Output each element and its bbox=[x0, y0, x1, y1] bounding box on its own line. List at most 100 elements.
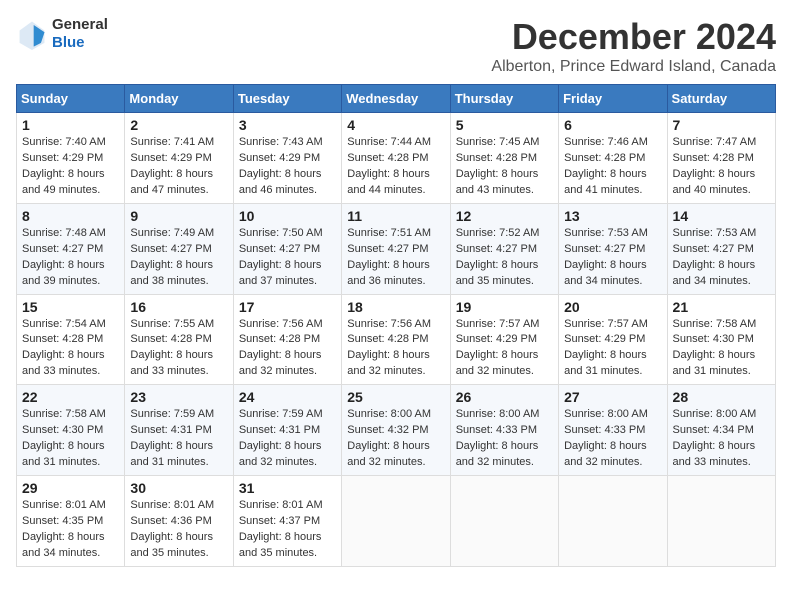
calendar-cell: 23 Sunrise: 7:59 AMSunset: 4:31 PMDayligh… bbox=[125, 385, 233, 476]
day-number: 11 bbox=[347, 208, 444, 224]
location-subtitle: Alberton, Prince Edward Island, Canada bbox=[491, 58, 776, 76]
day-info: Sunrise: 7:48 AMSunset: 4:27 PMDaylight:… bbox=[22, 226, 119, 290]
col-header-friday: Friday bbox=[559, 85, 667, 113]
day-info: Sunrise: 7:56 AMSunset: 4:28 PMDaylight:… bbox=[347, 317, 444, 381]
day-number: 15 bbox=[22, 299, 119, 315]
title-block: December 2024 Alberton, Prince Edward Is… bbox=[491, 16, 776, 76]
calendar-cell: 18 Sunrise: 7:56 AMSunset: 4:28 PMDayligh… bbox=[342, 294, 450, 385]
day-info: Sunrise: 7:52 AMSunset: 4:27 PMDaylight:… bbox=[456, 226, 553, 290]
calendar-cell: 31 Sunrise: 8:01 AMSunset: 4:37 PMDayligh… bbox=[233, 476, 341, 567]
day-number: 30 bbox=[130, 480, 227, 496]
day-number: 12 bbox=[456, 208, 553, 224]
day-number: 4 bbox=[347, 117, 444, 133]
calendar-cell: 11 Sunrise: 7:51 AMSunset: 4:27 PMDayligh… bbox=[342, 203, 450, 294]
day-info: Sunrise: 7:58 AMSunset: 4:30 PMDaylight:… bbox=[673, 317, 770, 381]
calendar-cell bbox=[450, 476, 558, 567]
calendar-cell: 5 Sunrise: 7:45 AMSunset: 4:28 PMDaylight… bbox=[450, 113, 558, 204]
day-info: Sunrise: 8:01 AMSunset: 4:36 PMDaylight:… bbox=[130, 498, 227, 562]
day-info: Sunrise: 8:00 AMSunset: 4:33 PMDaylight:… bbox=[456, 407, 553, 471]
calendar-cell: 1Sunrise: 7:40 AMSunset: 4:29 PMDaylight… bbox=[17, 113, 125, 204]
day-number: 2 bbox=[130, 117, 227, 133]
calendar-week-row: 1Sunrise: 7:40 AMSunset: 4:29 PMDaylight… bbox=[17, 113, 776, 204]
calendar-cell: 17 Sunrise: 7:56 AMSunset: 4:28 PMDayligh… bbox=[233, 294, 341, 385]
calendar-cell: 22 Sunrise: 7:58 AMSunset: 4:30 PMDayligh… bbox=[17, 385, 125, 476]
day-number: 14 bbox=[673, 208, 770, 224]
day-info: Sunrise: 7:41 AMSunset: 4:29 PMDaylight:… bbox=[130, 135, 227, 199]
day-info: Sunrise: 8:00 AMSunset: 4:34 PMDaylight:… bbox=[673, 407, 770, 471]
day-info: Sunrise: 7:47 AMSunset: 4:28 PMDaylight:… bbox=[673, 135, 770, 199]
calendar-cell: 14 Sunrise: 7:53 AMSunset: 4:27 PMDayligh… bbox=[667, 203, 775, 294]
calendar-cell: 7 Sunrise: 7:47 AMSunset: 4:28 PMDaylight… bbox=[667, 113, 775, 204]
day-info: Sunrise: 7:46 AMSunset: 4:28 PMDaylight:… bbox=[564, 135, 661, 199]
day-number: 17 bbox=[239, 299, 336, 315]
day-number: 8 bbox=[22, 208, 119, 224]
day-info: Sunrise: 7:40 AMSunset: 4:29 PMDaylight:… bbox=[22, 135, 119, 199]
calendar-cell: 25 Sunrise: 8:00 AMSunset: 4:32 PMDayligh… bbox=[342, 385, 450, 476]
day-info: Sunrise: 8:01 AMSunset: 4:37 PMDaylight:… bbox=[239, 498, 336, 562]
day-info: Sunrise: 7:58 AMSunset: 4:30 PMDaylight:… bbox=[22, 407, 119, 471]
day-number: 22 bbox=[22, 389, 119, 405]
day-number: 7 bbox=[673, 117, 770, 133]
day-number: 13 bbox=[564, 208, 661, 224]
day-info: Sunrise: 7:51 AMSunset: 4:27 PMDaylight:… bbox=[347, 226, 444, 290]
col-header-tuesday: Tuesday bbox=[233, 85, 341, 113]
day-number: 21 bbox=[673, 299, 770, 315]
day-info: Sunrise: 7:45 AMSunset: 4:28 PMDaylight:… bbox=[456, 135, 553, 199]
day-info: Sunrise: 7:53 AMSunset: 4:27 PMDaylight:… bbox=[564, 226, 661, 290]
calendar-week-row: 22 Sunrise: 7:58 AMSunset: 4:30 PMDayligh… bbox=[17, 385, 776, 476]
day-info: Sunrise: 7:53 AMSunset: 4:27 PMDaylight:… bbox=[673, 226, 770, 290]
month-title: December 2024 bbox=[491, 16, 776, 58]
day-number: 24 bbox=[239, 389, 336, 405]
day-number: 19 bbox=[456, 299, 553, 315]
calendar-cell: 29 Sunrise: 8:01 AMSunset: 4:35 PMDayligh… bbox=[17, 476, 125, 567]
day-number: 31 bbox=[239, 480, 336, 496]
day-info: Sunrise: 7:57 AMSunset: 4:29 PMDaylight:… bbox=[456, 317, 553, 381]
calendar-week-row: 8 Sunrise: 7:48 AMSunset: 4:27 PMDaylight… bbox=[17, 203, 776, 294]
day-info: Sunrise: 7:59 AMSunset: 4:31 PMDaylight:… bbox=[130, 407, 227, 471]
day-info: Sunrise: 7:59 AMSunset: 4:31 PMDaylight:… bbox=[239, 407, 336, 471]
logo-icon bbox=[16, 18, 48, 50]
day-info: Sunrise: 8:01 AMSunset: 4:35 PMDaylight:… bbox=[22, 498, 119, 562]
calendar-cell: 13 Sunrise: 7:53 AMSunset: 4:27 PMDayligh… bbox=[559, 203, 667, 294]
day-info: Sunrise: 8:00 AMSunset: 4:32 PMDaylight:… bbox=[347, 407, 444, 471]
day-number: 3 bbox=[239, 117, 336, 133]
page-header: General Blue December 2024 Alberton, Pri… bbox=[16, 16, 776, 76]
calendar-header-row: SundayMondayTuesdayWednesdayThursdayFrid… bbox=[17, 85, 776, 113]
calendar-cell: 27Sunrise: 8:00 AMSunset: 4:33 PMDayligh… bbox=[559, 385, 667, 476]
calendar-week-row: 29 Sunrise: 8:01 AMSunset: 4:35 PMDayligh… bbox=[17, 476, 776, 567]
calendar-cell: 24 Sunrise: 7:59 AMSunset: 4:31 PMDayligh… bbox=[233, 385, 341, 476]
calendar-cell: 16 Sunrise: 7:55 AMSunset: 4:28 PMDayligh… bbox=[125, 294, 233, 385]
day-number: 6 bbox=[564, 117, 661, 133]
day-info: Sunrise: 7:44 AMSunset: 4:28 PMDaylight:… bbox=[347, 135, 444, 199]
day-number: 10 bbox=[239, 208, 336, 224]
day-info: Sunrise: 7:54 AMSunset: 4:28 PMDaylight:… bbox=[22, 317, 119, 381]
day-info: Sunrise: 7:56 AMSunset: 4:28 PMDaylight:… bbox=[239, 317, 336, 381]
day-number: 5 bbox=[456, 117, 553, 133]
calendar-cell: 9Sunrise: 7:49 AMSunset: 4:27 PMDaylight… bbox=[125, 203, 233, 294]
day-number: 18 bbox=[347, 299, 444, 315]
calendar-cell: 12 Sunrise: 7:52 AMSunset: 4:27 PMDayligh… bbox=[450, 203, 558, 294]
logo: General Blue bbox=[16, 16, 108, 52]
day-number: 16 bbox=[130, 299, 227, 315]
calendar-cell: 10 Sunrise: 7:50 AMSunset: 4:27 PMDayligh… bbox=[233, 203, 341, 294]
calendar-cell: 21 Sunrise: 7:58 AMSunset: 4:30 PMDayligh… bbox=[667, 294, 775, 385]
calendar-cell: 28 Sunrise: 8:00 AMSunset: 4:34 PMDayligh… bbox=[667, 385, 775, 476]
calendar-table: SundayMondayTuesdayWednesdayThursdayFrid… bbox=[16, 84, 776, 567]
col-header-sunday: Sunday bbox=[17, 85, 125, 113]
calendar-cell: 2 Sunrise: 7:41 AMSunset: 4:29 PMDaylight… bbox=[125, 113, 233, 204]
day-number: 29 bbox=[22, 480, 119, 496]
day-number: 20 bbox=[564, 299, 661, 315]
day-number: 25 bbox=[347, 389, 444, 405]
day-number: 23 bbox=[130, 389, 227, 405]
calendar-cell bbox=[342, 476, 450, 567]
calendar-week-row: 15 Sunrise: 7:54 AMSunset: 4:28 PMDayligh… bbox=[17, 294, 776, 385]
calendar-cell: 30 Sunrise: 8:01 AMSunset: 4:36 PMDayligh… bbox=[125, 476, 233, 567]
day-number: 26 bbox=[456, 389, 553, 405]
day-info: Sunrise: 7:50 AMSunset: 4:27 PMDaylight:… bbox=[239, 226, 336, 290]
calendar-cell: 15 Sunrise: 7:54 AMSunset: 4:28 PMDayligh… bbox=[17, 294, 125, 385]
day-number: 28 bbox=[673, 389, 770, 405]
calendar-cell: 4 Sunrise: 7:44 AMSunset: 4:28 PMDaylight… bbox=[342, 113, 450, 204]
calendar-cell: 3Sunrise: 7:43 AMSunset: 4:29 PMDaylight… bbox=[233, 113, 341, 204]
col-header-thursday: Thursday bbox=[450, 85, 558, 113]
day-info: Sunrise: 7:55 AMSunset: 4:28 PMDaylight:… bbox=[130, 317, 227, 381]
